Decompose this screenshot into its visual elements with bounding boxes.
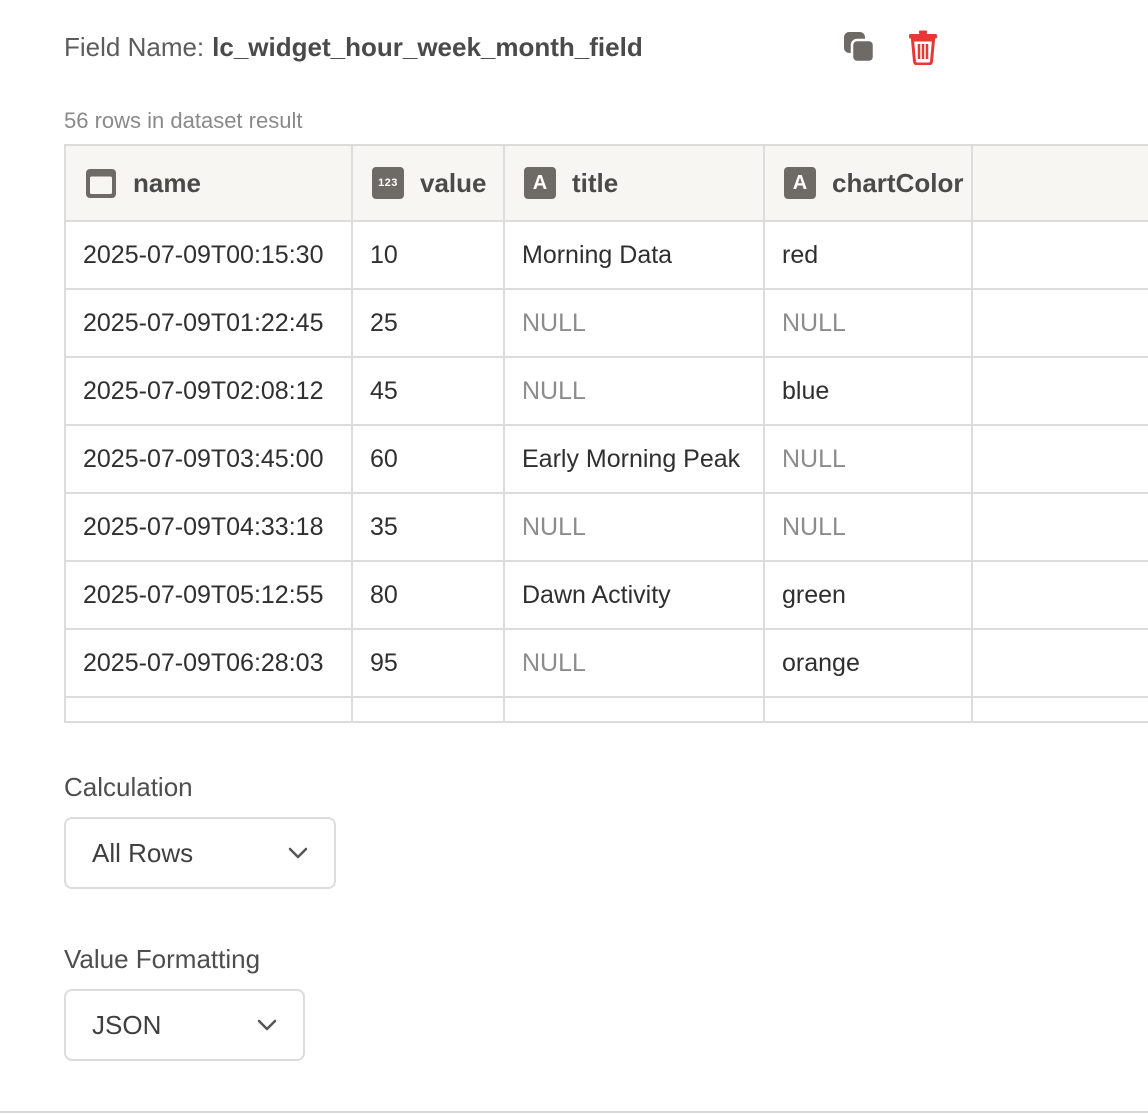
cell-empty [352, 697, 505, 721]
table-body: 2025-07-09T00:15:30 10 Morning Data red 2025… [66, 221, 1148, 721]
dataset-table: name 123 value A title A chartColor 2025… [66, 146, 1148, 721]
table-row[interactable]: 2025-07-09T05:12:55 80 Dawn Activity green [66, 561, 1148, 630]
cell-empty [972, 561, 1148, 630]
table-row-partial [66, 697, 1148, 721]
cell-chartcolor: NULL [764, 493, 973, 562]
cell-title: Morning Data [504, 221, 765, 290]
cell-title: NULL [504, 289, 765, 358]
cell-title: Early Morning Peak [504, 425, 765, 494]
calculation-selected-value: All Rows [92, 837, 194, 868]
cell-empty [972, 629, 1148, 698]
column-header-chartcolor[interactable]: A chartColor [764, 146, 973, 222]
copy-button[interactable] [840, 28, 878, 66]
cell-title: Dawn Activity [504, 561, 765, 630]
table-row[interactable]: 2025-07-09T06:28:03 95 NULL orange [66, 629, 1148, 698]
cell-empty [504, 697, 765, 721]
cell-name: 2025-07-09T00:15:30 [66, 221, 353, 290]
cell-value: 25 [352, 289, 505, 358]
text-type-icon: A [524, 167, 556, 199]
cell-empty [972, 221, 1148, 290]
cell-chartcolor: NULL [764, 425, 973, 494]
value-formatting-selected-value: JSON [92, 1009, 162, 1040]
column-header-empty [972, 146, 1148, 222]
cell-empty [972, 289, 1148, 358]
value-formatting-label: Value Formatting [64, 944, 261, 974]
field-name-header: Field Name: lc_widget_hour_week_month_fi… [64, 30, 643, 64]
cell-chartcolor: red [764, 221, 973, 290]
cell-empty [972, 493, 1148, 562]
cell-name: 2025-07-09T06:28:03 [66, 629, 353, 698]
dataset-table-container[interactable]: name 123 value A title A chartColor 2025… [64, 144, 1148, 723]
cell-value: 35 [352, 493, 505, 562]
cell-empty [66, 697, 353, 721]
delete-button[interactable] [904, 28, 942, 66]
cell-empty [972, 357, 1148, 426]
row-count-text: 56 rows in dataset result [64, 108, 303, 133]
table-row[interactable]: 2025-07-09T01:22:45 25 NULL NULL [66, 289, 1148, 358]
cell-chartcolor: orange [764, 629, 973, 698]
column-header-label: chartColor [832, 167, 964, 198]
value-formatting-select[interactable]: JSON [64, 989, 305, 1061]
calculation-label: Calculation [64, 772, 193, 802]
field-name-label: Field Name: [64, 31, 205, 62]
cell-value: 60 [352, 425, 505, 494]
cell-empty [972, 425, 1148, 494]
cell-name: 2025-07-09T03:45:00 [66, 425, 353, 494]
cell-chartcolor: blue [764, 357, 973, 426]
calendar-icon [85, 167, 117, 199]
cell-chartcolor: NULL [764, 289, 973, 358]
cell-empty [972, 697, 1148, 721]
copy-icon [844, 32, 876, 64]
cell-value: 10 [352, 221, 505, 290]
cell-name: 2025-07-09T05:12:55 [66, 561, 353, 630]
column-header-name[interactable]: name [66, 146, 353, 222]
cell-title: NULL [504, 493, 765, 562]
cell-name: 2025-07-09T01:22:45 [66, 289, 353, 358]
divider [0, 1111, 1148, 1113]
table-row[interactable]: 2025-07-09T02:08:12 45 NULL blue [66, 357, 1148, 426]
trash-icon [909, 30, 937, 65]
cell-value: 80 [352, 561, 505, 630]
cell-empty [764, 697, 973, 721]
table-header-row: name 123 value A title A chartColor [66, 146, 1148, 222]
table-row[interactable]: 2025-07-09T04:33:18 35 NULL NULL [66, 493, 1148, 562]
chevron-down-icon [257, 1019, 277, 1031]
column-header-label: title [572, 167, 619, 198]
cell-title: NULL [504, 629, 765, 698]
calculation-select[interactable]: All Rows [64, 817, 336, 889]
table-row[interactable]: 2025-07-09T03:45:00 60 Early Morning Peak N… [66, 425, 1148, 494]
column-header-title[interactable]: A title [504, 146, 765, 222]
cell-value: 45 [352, 357, 505, 426]
text-type-icon: A [784, 167, 816, 199]
chevron-down-icon [288, 847, 308, 859]
column-header-value[interactable]: 123 value [352, 146, 505, 222]
cell-chartcolor: green [764, 561, 973, 630]
column-header-label: value [420, 167, 487, 198]
cell-title: NULL [504, 357, 765, 426]
number-type-icon: 123 [372, 167, 404, 199]
cell-name: 2025-07-09T02:08:12 [66, 357, 353, 426]
column-header-label: name [133, 167, 201, 198]
field-name-value: lc_widget_hour_week_month_field [212, 31, 643, 62]
table-row[interactable]: 2025-07-09T00:15:30 10 Morning Data red [66, 221, 1148, 290]
cell-value: 95 [352, 629, 505, 698]
cell-name: 2025-07-09T04:33:18 [66, 493, 353, 562]
